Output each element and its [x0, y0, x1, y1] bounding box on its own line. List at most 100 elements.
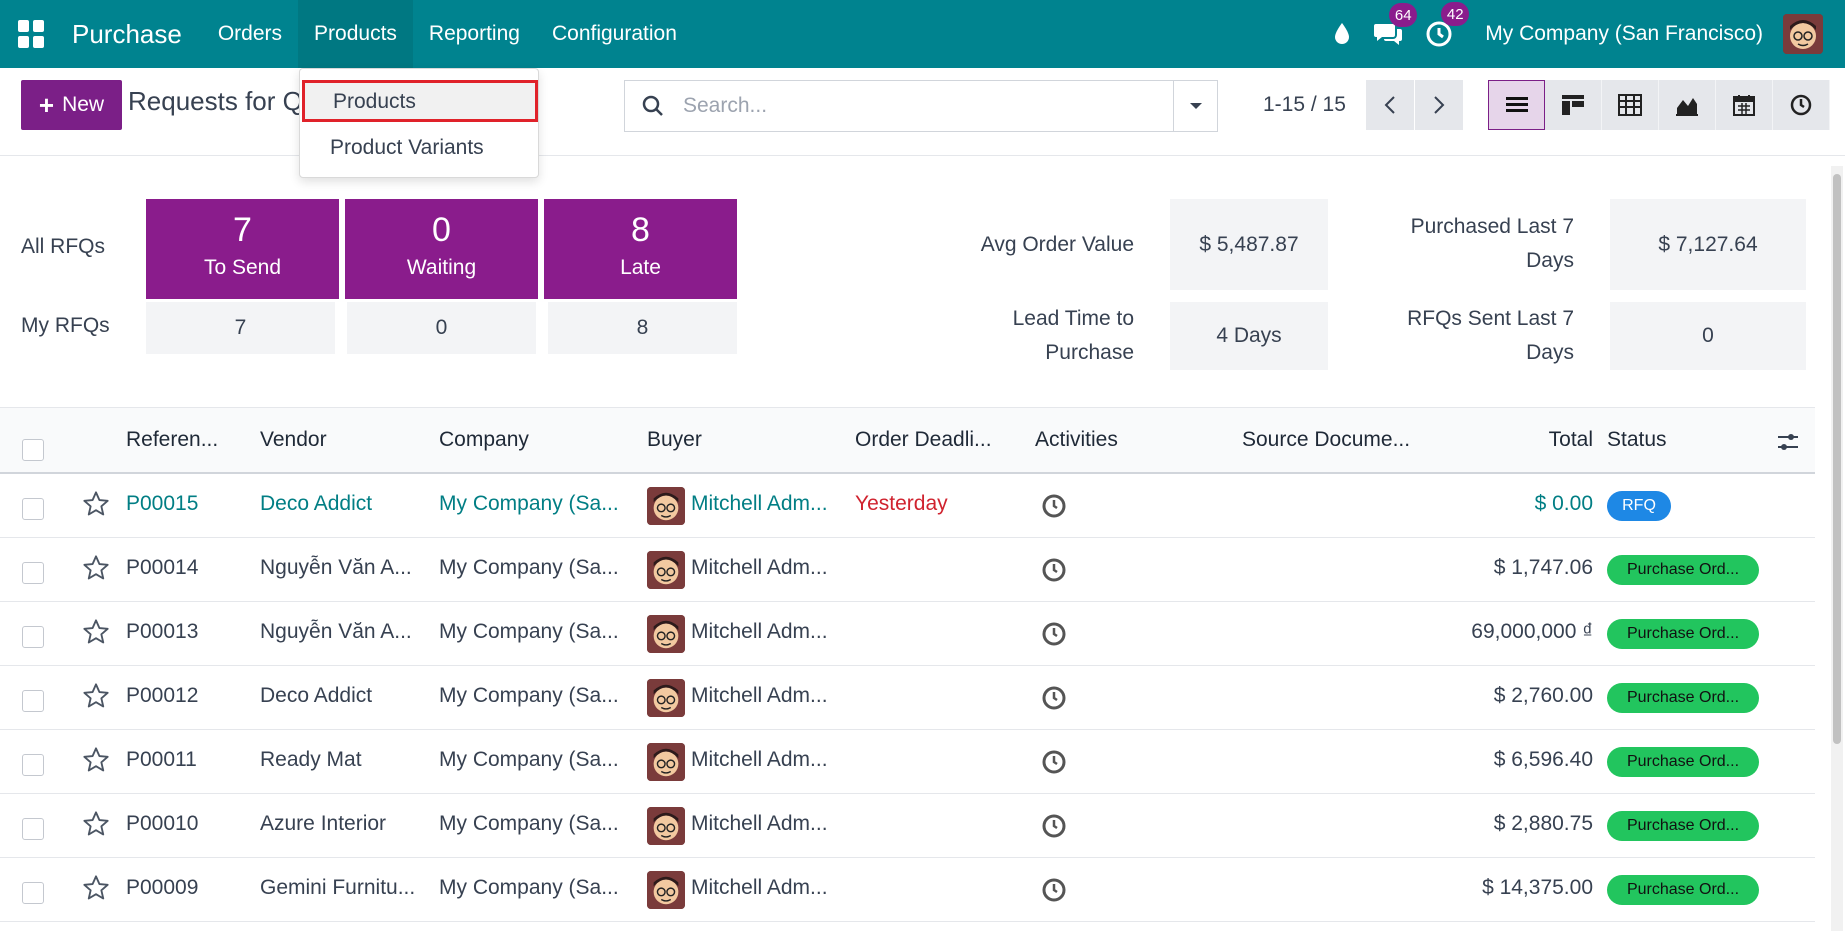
- graph-view-button[interactable]: [1659, 80, 1716, 130]
- new-button[interactable]: + New: [21, 80, 122, 130]
- row-company: My Company (Sa...: [439, 620, 619, 643]
- tile-value: 0: [432, 211, 451, 249]
- row-total: $ 6,596.40: [1493, 748, 1593, 771]
- header-company[interactable]: Company: [439, 428, 529, 452]
- kanban-view-button[interactable]: [1545, 80, 1602, 130]
- activity-clock-icon[interactable]: [1041, 493, 1067, 524]
- row-buyer[interactable]: Mitchell Adm...: [691, 492, 828, 516]
- view-switcher: [1488, 80, 1830, 130]
- star-icon[interactable]: [82, 554, 110, 587]
- header-reference[interactable]: Referen...: [126, 428, 218, 452]
- dropdown-item-products[interactable]: Products: [302, 80, 538, 122]
- table-row[interactable]: P00011 Ready Mat My Company (Sa... Mitchell…: [0, 730, 1815, 794]
- products-dropdown: Products Product Variants: [299, 68, 539, 178]
- status-badge: Purchase Ord...: [1607, 811, 1759, 841]
- messages-badge: 64: [1389, 3, 1418, 27]
- row-buyer: Mitchell Adm...: [691, 748, 828, 771]
- top-navbar: Purchase Orders Products Reporting Confi…: [0, 0, 1845, 68]
- select-all-checkbox[interactable]: [22, 439, 44, 461]
- my-waiting-value[interactable]: 0: [347, 302, 536, 354]
- activity-view-button[interactable]: [1773, 80, 1830, 130]
- menu-reporting[interactable]: Reporting: [413, 0, 536, 68]
- header-vendor[interactable]: Vendor: [260, 428, 327, 452]
- scrollbar[interactable]: [1831, 166, 1843, 931]
- search-bar[interactable]: Search...: [624, 80, 1218, 132]
- messages-icon[interactable]: 64: [1373, 3, 1418, 47]
- activity-clock-icon[interactable]: [1041, 685, 1067, 716]
- company-switcher[interactable]: My Company (San Francisco): [1485, 22, 1763, 46]
- row-vendor[interactable]: Deco Addict: [260, 492, 372, 516]
- app-grid-icon[interactable]: [18, 20, 46, 48]
- tile-label: To Send: [203, 256, 282, 279]
- activities-badge: 42: [1441, 2, 1470, 26]
- star-icon[interactable]: [82, 874, 110, 907]
- row-checkbox[interactable]: [22, 626, 44, 648]
- tile-late[interactable]: 8 Late: [544, 199, 737, 299]
- user-avatar[interactable]: [1783, 14, 1823, 54]
- app-brand[interactable]: Purchase: [72, 19, 182, 50]
- header-buyer[interactable]: Buyer: [647, 428, 702, 452]
- calendar-view-button[interactable]: [1716, 80, 1773, 130]
- tile-waiting[interactable]: 0 Waiting: [345, 199, 538, 299]
- activity-clock-icon[interactable]: [1041, 813, 1067, 844]
- table-row[interactable]: P00015 Deco Addict My Company (Sa... Mitche…: [0, 474, 1815, 538]
- tile-label: Late: [620, 256, 661, 279]
- status-badge: Purchase Ord...: [1607, 875, 1759, 905]
- row-checkbox[interactable]: [22, 498, 44, 520]
- header-activities[interactable]: Activities: [1035, 428, 1118, 452]
- row-checkbox[interactable]: [22, 882, 44, 904]
- activity-clock-icon[interactable]: [1041, 877, 1067, 908]
- search-options-toggle[interactable]: [1173, 81, 1217, 131]
- row-reference: P00013: [126, 620, 199, 643]
- table-row[interactable]: P00013 Nguyễn Văn A... My Company (Sa... Mi…: [0, 602, 1815, 666]
- pager-previous-button[interactable]: [1366, 80, 1414, 130]
- row-company[interactable]: My Company (Sa...: [439, 492, 619, 516]
- my-late-value[interactable]: 8: [548, 302, 737, 354]
- row-company: My Company (Sa...: [439, 748, 619, 771]
- table-row[interactable]: P00009 Gemini Furnitu... My Company (Sa...…: [0, 858, 1815, 922]
- row-total: $ 0.00: [1534, 492, 1593, 515]
- activity-clock-icon[interactable]: [1041, 749, 1067, 780]
- menu-configuration[interactable]: Configuration: [536, 0, 693, 68]
- menu-orders[interactable]: Orders: [202, 0, 298, 68]
- search-input[interactable]: Search...: [683, 94, 767, 118]
- rfq-sent-label: RFQs Sent Last 7 Days: [1340, 302, 1574, 370]
- star-icon[interactable]: [82, 682, 110, 715]
- header-status[interactable]: Status: [1607, 428, 1667, 452]
- table-row[interactable]: P00014 Nguyễn Văn A... My Company (Sa... Mi…: [0, 538, 1815, 602]
- lead-time-label-line2: Purchase: [1045, 341, 1134, 364]
- row-checkbox[interactable]: [22, 754, 44, 776]
- row-vendor: Gemini Furnitu...: [260, 876, 416, 899]
- table-row[interactable]: P00010 Azure Interior My Company (Sa... Mit…: [0, 794, 1815, 858]
- column-settings-icon[interactable]: [1776, 430, 1800, 454]
- activity-clock-icon[interactable]: [1041, 621, 1067, 652]
- activity-clock-icon[interactable]: [1041, 557, 1067, 588]
- star-icon[interactable]: [82, 618, 110, 651]
- header-total[interactable]: Total: [1500, 428, 1593, 452]
- row-checkbox[interactable]: [22, 562, 44, 584]
- list-view-button[interactable]: [1488, 80, 1545, 130]
- header-order-deadline[interactable]: Order Deadli...: [855, 428, 992, 452]
- row-vendor: Ready Mat: [260, 748, 362, 771]
- row-reference: P00011: [126, 748, 197, 771]
- drop-icon[interactable]: [1333, 22, 1351, 46]
- status-badge: Purchase Ord...: [1607, 683, 1759, 713]
- pivot-view-button[interactable]: [1602, 80, 1659, 130]
- activity-clock-icon[interactable]: 42: [1425, 2, 1470, 48]
- pager-value[interactable]: 1-15 / 15: [1263, 93, 1346, 117]
- star-icon[interactable]: [82, 490, 110, 523]
- my-to-send-value[interactable]: 7: [146, 302, 335, 354]
- table-row[interactable]: P00012 Deco Addict My Company (Sa... Mitche…: [0, 666, 1815, 730]
- row-company: My Company (Sa...: [439, 876, 619, 899]
- all-rfqs-label: All RFQs: [21, 235, 105, 258]
- star-icon[interactable]: [82, 810, 110, 843]
- header-source-document[interactable]: Source Docume...: [1242, 428, 1410, 452]
- row-checkbox[interactable]: [22, 690, 44, 712]
- star-icon[interactable]: [82, 746, 110, 779]
- row-checkbox[interactable]: [22, 818, 44, 840]
- pager-next-button[interactable]: [1415, 80, 1463, 130]
- menu-products[interactable]: Products: [298, 0, 413, 68]
- dropdown-item-product-variants[interactable]: Product Variants: [300, 129, 538, 167]
- tile-to-send[interactable]: 7 To Send: [146, 199, 339, 299]
- scrollbar-thumb[interactable]: [1833, 174, 1841, 744]
